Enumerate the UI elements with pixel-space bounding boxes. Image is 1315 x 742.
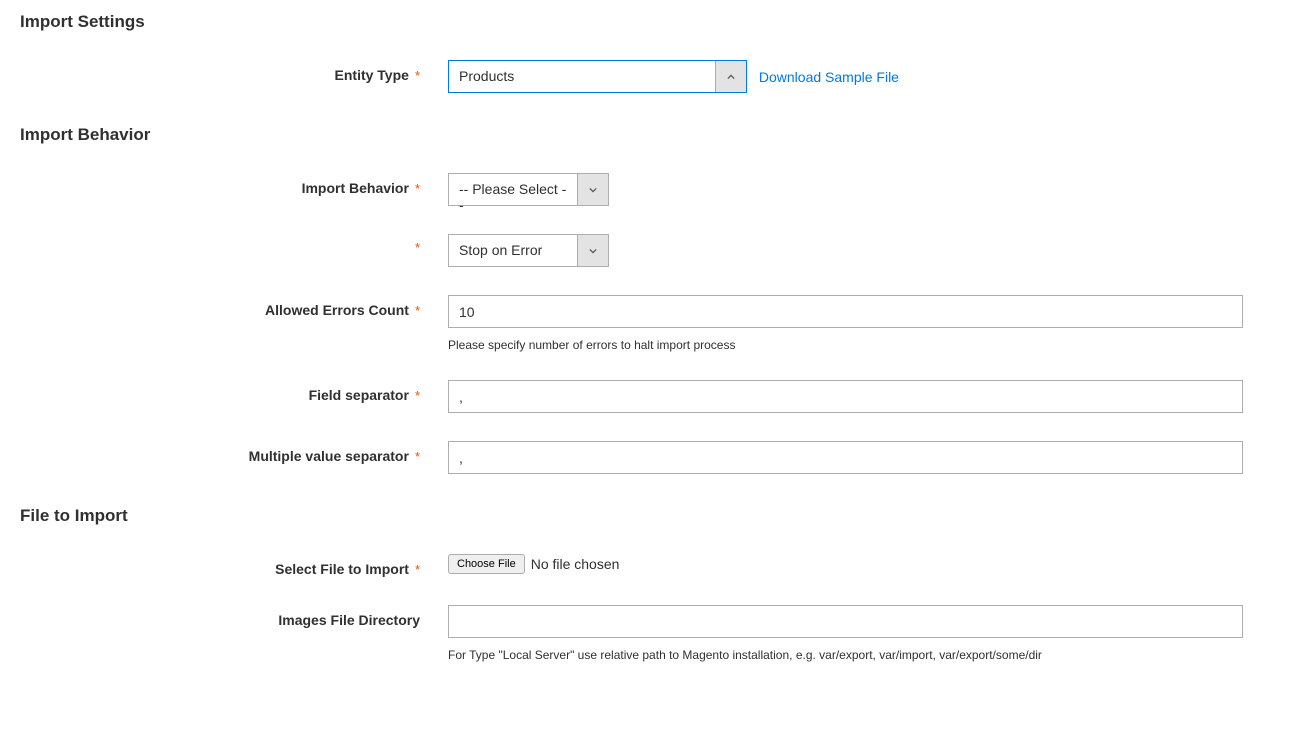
images-dir-note: For Type "Local Server" use relative pat…: [448, 648, 1248, 662]
field-separator-row: Field separator *: [20, 380, 1295, 413]
error-strategy-value: Stop on Error: [449, 235, 577, 266]
import-settings-section: Import Settings Entity Type * Products D…: [20, 12, 1295, 93]
required-mark: *: [415, 69, 420, 82]
multi-value-separator-input[interactable]: [448, 441, 1243, 474]
import-settings-title: Import Settings: [20, 12, 1295, 32]
download-sample-link[interactable]: Download Sample File: [759, 69, 899, 85]
allowed-errors-row: Allowed Errors Count * Please specify nu…: [20, 295, 1295, 352]
select-file-label: Select File to Import: [275, 561, 409, 577]
entity-type-value: Products: [449, 61, 715, 92]
entity-type-row: Entity Type * Products Download Sample F…: [20, 60, 1295, 93]
chevron-up-icon: [727, 73, 735, 81]
entity-type-dropdown-button[interactable]: [715, 61, 746, 92]
file-status-text: No file chosen: [531, 556, 620, 572]
field-separator-input[interactable]: [448, 380, 1243, 413]
chevron-down-icon: [589, 247, 597, 255]
images-dir-label: Images File Directory: [278, 612, 420, 628]
import-behavior-title: Import Behavior: [20, 125, 1295, 145]
field-separator-label: Field separator: [309, 387, 409, 403]
required-mark: *: [415, 241, 420, 254]
import-behavior-label: Import Behavior: [302, 180, 409, 196]
entity-type-label: Entity Type: [335, 67, 409, 83]
multi-value-separator-label: Multiple value separator: [249, 448, 409, 464]
images-dir-input[interactable]: [448, 605, 1243, 638]
allowed-errors-note: Please specify number of errors to halt …: [448, 338, 1248, 352]
choose-file-button[interactable]: Choose File: [448, 554, 525, 574]
import-behavior-value: -- Please Select --: [449, 174, 577, 205]
import-behavior-dropdown-button[interactable]: [577, 174, 608, 205]
required-mark: *: [415, 182, 420, 195]
file-to-import-title: File to Import: [20, 506, 1295, 526]
required-mark: *: [415, 563, 420, 576]
required-mark: *: [415, 304, 420, 317]
import-behavior-select[interactable]: -- Please Select --: [448, 173, 609, 206]
file-to-import-section: File to Import Select File to Import * C…: [20, 506, 1295, 662]
error-strategy-dropdown-button[interactable]: [577, 235, 608, 266]
error-strategy-select[interactable]: Stop on Error: [448, 234, 609, 267]
select-file-row: Select File to Import * Choose File No f…: [20, 554, 1295, 577]
entity-type-select[interactable]: Products: [448, 60, 747, 93]
allowed-errors-label: Allowed Errors Count: [265, 302, 409, 318]
images-dir-row: Images File Directory For Type "Local Se…: [20, 605, 1295, 662]
error-strategy-row: * Stop on Error: [20, 234, 1295, 267]
required-mark: *: [415, 450, 420, 463]
multi-value-separator-row: Multiple value separator *: [20, 441, 1295, 474]
chevron-down-icon: [589, 186, 597, 194]
file-input-control: Choose File No file chosen: [448, 554, 1248, 574]
import-behavior-row: Import Behavior * -- Please Select --: [20, 173, 1295, 206]
required-mark: *: [415, 389, 420, 402]
allowed-errors-input[interactable]: [448, 295, 1243, 328]
import-behavior-section: Import Behavior Import Behavior * -- Ple…: [20, 125, 1295, 474]
